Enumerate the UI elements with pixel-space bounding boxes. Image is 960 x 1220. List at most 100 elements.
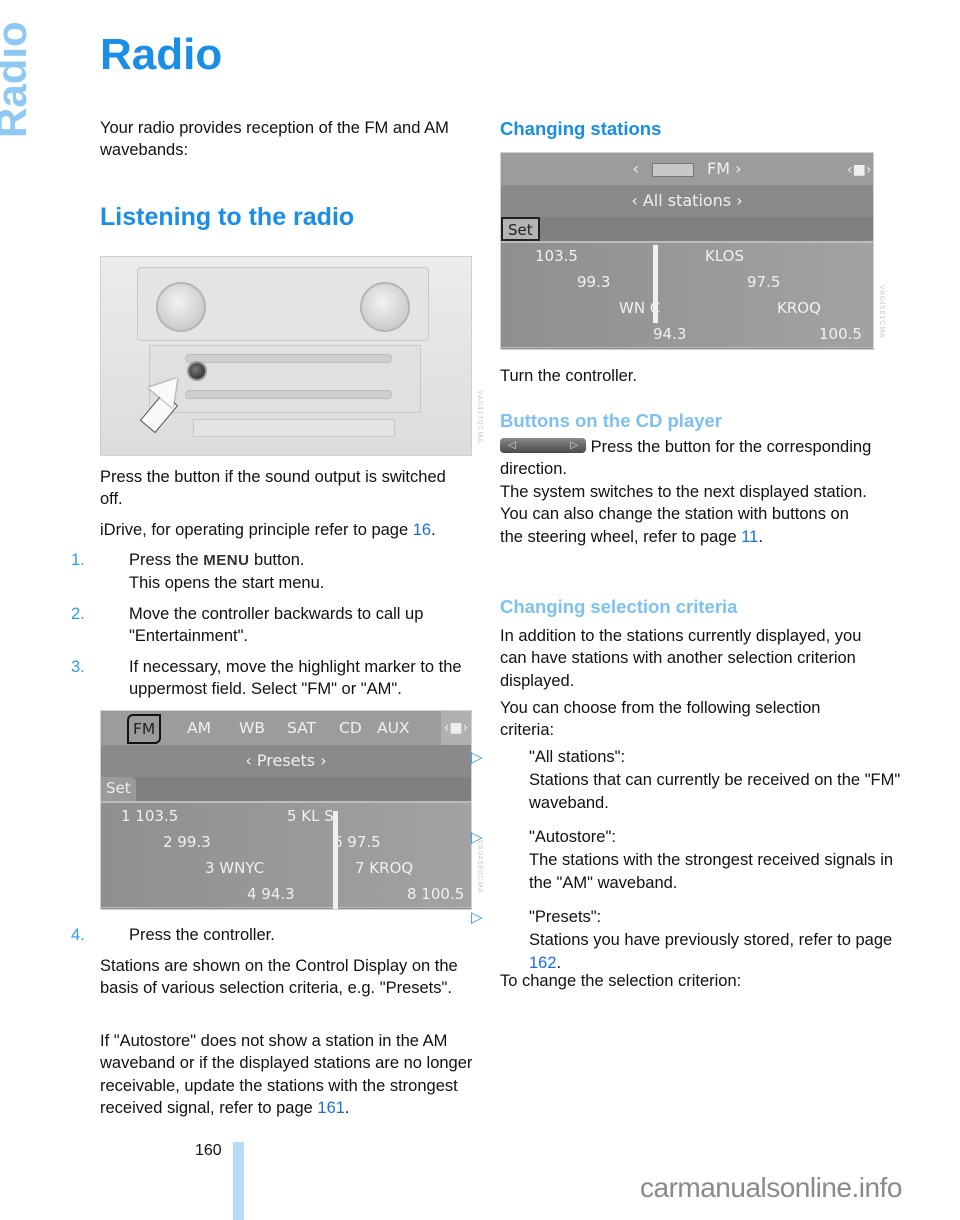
step-2: 2. Move the controller backwards to call … [71, 603, 501, 648]
page-link-16[interactable]: 16 [413, 521, 431, 539]
station-row[interactable]: 94.3 100.5 [501, 321, 873, 348]
step-text-line2: This opens the start menu. [129, 574, 325, 593]
power-button-icon [187, 361, 207, 381]
station-name: KROQ [777, 299, 821, 317]
cd-text-2: The system switches to the next displaye… [500, 482, 867, 501]
triangle-bullet-icon: ▷ [471, 749, 483, 766]
stations-text: Stations are shown on the Control Displa… [100, 957, 458, 998]
criteria-intro: In addition to the stations currently di… [500, 627, 862, 690]
cd-slot [185, 354, 392, 363]
figure-code: VA04170CMA [476, 390, 483, 444]
preset-name: 3 WNYC [205, 859, 265, 877]
criterion-selector[interactable]: ‹ All stations › [501, 185, 873, 219]
left-knob [156, 282, 206, 332]
step-3: 3. If necessary, move the highlight marke… [71, 656, 501, 701]
step-1: 1. Press the MENU button. This opens the … [71, 549, 501, 595]
set-row: Set [101, 777, 471, 803]
climate-panel [137, 267, 429, 341]
section-heading-cd: Buttons on the CD player [500, 410, 723, 431]
chevron-right-icon[interactable]: › [735, 159, 741, 178]
menu-key-icon: MENU [203, 552, 250, 569]
page-title: Radio [100, 30, 223, 79]
band-aux[interactable]: AUX [377, 711, 410, 745]
autostore-text: If "Autostore" does not show a station i… [100, 1032, 473, 1118]
band-selector: FM AM WB SAT CD AUX ‹■› [101, 711, 471, 747]
preset-row[interactable]: 2 99.3 6 97.5 [101, 829, 471, 856]
set-button[interactable]: Set [501, 217, 540, 241]
criterion-desc: Stations you have previously stored, ref… [529, 931, 893, 950]
station-freq: 94.3 [653, 325, 687, 343]
step-text: Press the [129, 551, 204, 569]
criterion-desc: The stations with the strongest received… [529, 851, 894, 892]
step-text: Move the controller backwards to call up… [129, 605, 424, 646]
page-bar [233, 1142, 244, 1220]
cd-panel [149, 345, 421, 413]
preset-freq: 6 97.5 [333, 833, 381, 851]
set-button[interactable]: Set [101, 777, 136, 801]
station-freq: 103.5 [535, 247, 578, 265]
criteria-choose: You can choose from the following select… [500, 699, 821, 740]
band-wb[interactable]: WB [239, 711, 265, 745]
criterion-name: "Autostore": [529, 828, 616, 846]
preset-name: 7 KROQ [355, 859, 414, 877]
step-number: 1. [71, 551, 85, 569]
side-chapter-label: Radio [0, 21, 35, 138]
band-fm[interactable]: FM [127, 714, 162, 744]
preset-row[interactable]: 1 103.5 5 KL S [101, 803, 471, 830]
station-row[interactable]: WN C KROQ [501, 295, 873, 322]
controller-nav-icon: ‹■› [441, 711, 471, 745]
criterion-name: "Presets": [529, 908, 602, 926]
preset-freq: 1 103.5 [121, 807, 179, 825]
triangle-bullet-icon: ▷ [471, 829, 483, 846]
cd-paragraph: ◁ ▷ Press the button for the correspondin… [500, 438, 872, 546]
band-am[interactable]: AM [187, 711, 211, 745]
band-label: FM [707, 159, 731, 178]
preset-name: 5 KL S [287, 807, 334, 825]
page-number: 160 [195, 1142, 222, 1159]
station-freq: 99.3 [577, 273, 611, 291]
column-divider [333, 811, 338, 909]
controller-nav-icon: ‹■› [847, 162, 872, 178]
criterion-item: ▷ "All stations": Stations that can curre… [471, 746, 901, 814]
intro-text: Your radio provides reception of the FM … [100, 119, 449, 160]
button-row [193, 419, 395, 437]
station-freq: 100.5 [819, 325, 862, 343]
triangle-bullet-icon: ▷ [471, 909, 483, 926]
station-row[interactable]: 103.5 KLOS [501, 243, 873, 270]
cd-text-3: You can also change the station with but… [500, 505, 849, 546]
criterion-desc: Stations that can currently be received … [529, 771, 901, 812]
right-knob [360, 282, 410, 332]
cd-seek-button-icon: ◁ ▷ [500, 438, 586, 454]
autostore-paragraph: If "Autostore" does not show a station i… [100, 1032, 473, 1118]
step-text: Press the controller. [129, 926, 275, 944]
page-link-11[interactable]: 11 [741, 528, 758, 546]
step-text: button. [249, 551, 305, 569]
set-row: Set [501, 217, 873, 243]
step-number: 3. [71, 658, 85, 676]
criterion-selector[interactable]: ‹ Presets › [101, 745, 471, 779]
idrive-paragraph: iDrive, for operating principle refer to… [100, 521, 436, 539]
step-text: If necessary, move the highlight marker … [129, 658, 462, 699]
section-heading-listening: Listening to the radio [100, 203, 355, 231]
section-heading-changing: Changing stations [500, 118, 662, 139]
preset-freq: 8 100.5 [407, 885, 465, 903]
band-cd[interactable]: CD [339, 711, 362, 745]
radio-panel-photo [100, 256, 472, 456]
band-sat[interactable]: SAT [287, 711, 316, 745]
station-name: KLOS [705, 247, 744, 265]
to-change-text: To change the selection criterion: [500, 972, 742, 990]
criterion-name: "All stations": [529, 748, 626, 766]
idrive-presets-screen: FM AM WB SAT CD AUX ‹■› ‹ Presets › Set … [100, 710, 472, 910]
preset-row[interactable]: 4 94.3 8 100.5 [101, 881, 471, 908]
station-row[interactable]: 99.3 97.5 [501, 269, 873, 296]
chevron-left-icon[interactable]: ‹ [632, 159, 638, 178]
idrive-text: iDrive, for operating principle refer to… [100, 521, 413, 539]
preset-row[interactable]: 3 WNYC 7 KROQ [101, 855, 471, 882]
criterion-item: ▷ "Presets": Stations you have previously… [471, 908, 893, 972]
criterion-item: ▷ "Autostore": The stations with the stro… [471, 826, 901, 894]
step-4: 4. Press the controller. [71, 924, 501, 946]
press-button-text: Press the button if the sound output is … [100, 468, 446, 509]
watermark: carmanualsonline.info [640, 1172, 902, 1203]
page-link-161[interactable]: 161 [317, 1099, 345, 1117]
station-freq: 97.5 [747, 273, 781, 291]
